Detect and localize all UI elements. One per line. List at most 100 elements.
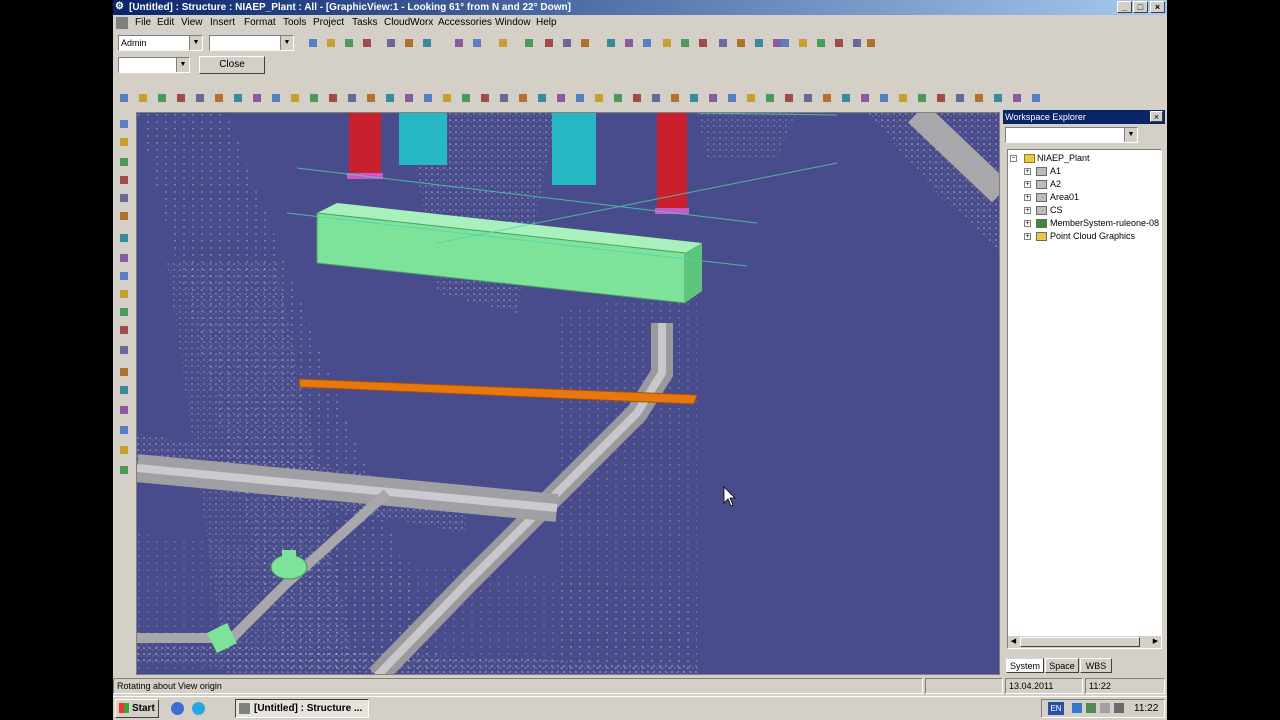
toolbar-tool-icon[interactable]: [762, 90, 777, 105]
expand-icon[interactable]: +: [1024, 194, 1031, 201]
toolbar-tool-icon[interactable]: [116, 250, 131, 265]
permission-group-combo[interactable]: Admin ▼: [118, 35, 203, 51]
toolbar-tool-icon[interactable]: [192, 90, 207, 105]
monitor-icon[interactable]: [1114, 703, 1124, 713]
toolbar-tool-icon[interactable]: [451, 35, 466, 50]
tray-app-icon[interactable]: [1086, 703, 1096, 713]
toolbar-tool-icon[interactable]: [116, 364, 131, 379]
desktop-icon[interactable]: [171, 702, 184, 715]
toolbar-tool-icon[interactable]: [439, 90, 454, 105]
toolbar-tool-icon[interactable]: [715, 35, 730, 50]
toolbar-tool-icon[interactable]: [249, 90, 264, 105]
language-indicator[interactable]: EN: [1048, 702, 1064, 715]
toolbar-tool-icon[interactable]: [781, 90, 796, 105]
workspace-filter-combo[interactable]: ▼: [1005, 127, 1138, 143]
menu-project[interactable]: Project: [313, 15, 344, 31]
expand-icon[interactable]: +: [1024, 220, 1031, 227]
toolbar-tool-icon[interactable]: [469, 35, 484, 50]
expand-icon[interactable]: +: [1024, 207, 1031, 214]
menu-tools[interactable]: Tools: [283, 15, 306, 31]
toolbar-tool-icon[interactable]: [849, 35, 864, 50]
menu-edit[interactable]: Edit: [157, 15, 174, 31]
toolbar-tool-icon[interactable]: [819, 90, 834, 105]
toolbar-tool-icon[interactable]: [401, 35, 416, 50]
toolbar-tool-icon[interactable]: [541, 35, 556, 50]
expand-icon[interactable]: +: [1024, 233, 1031, 240]
toolbar-tool-icon[interactable]: [323, 35, 338, 50]
toolbar-tool-icon[interactable]: [116, 90, 131, 105]
toolbar-tool-icon[interactable]: [419, 35, 434, 50]
toolbar-tool-icon[interactable]: [211, 90, 226, 105]
toolbar-tool-icon[interactable]: [135, 90, 150, 105]
toolbar-tool-icon[interactable]: [116, 172, 131, 187]
toolbar-tool-icon[interactable]: [116, 116, 131, 131]
app-icon[interactable]: ⚙: [115, 1, 127, 13]
network-icon[interactable]: [1072, 703, 1082, 713]
close-button[interactable]: Close: [199, 56, 265, 74]
toolbar-tool-icon[interactable]: [603, 35, 618, 50]
toolbar-tool-icon[interactable]: [831, 35, 846, 50]
toolbar-tool-icon[interactable]: [1009, 90, 1024, 105]
toolbar-tool-icon[interactable]: [173, 90, 188, 105]
toolbar-tool-icon[interactable]: [639, 35, 654, 50]
browser-icon[interactable]: [192, 702, 205, 715]
toolbar-tool-icon[interactable]: [116, 208, 131, 223]
toolbar-tool-icon[interactable]: [382, 90, 397, 105]
toolbar-tool-icon[interactable]: [695, 35, 710, 50]
model-view-canvas[interactable]: [137, 113, 1000, 675]
expand-icon[interactable]: +: [1024, 181, 1031, 188]
toolbar-tool-icon[interactable]: [857, 90, 872, 105]
start-button[interactable]: Start: [115, 699, 159, 718]
toolbar-tool-icon[interactable]: [990, 90, 1005, 105]
toolbar-tool-icon[interactable]: [306, 90, 321, 105]
toolbar-tool-icon[interactable]: [677, 35, 692, 50]
toolbar-tool-icon[interactable]: [268, 90, 283, 105]
close-panel-button[interactable]: ×: [1150, 111, 1163, 122]
toolbar-tool-icon[interactable]: [838, 90, 853, 105]
menu-accessories[interactable]: Accessories: [438, 15, 492, 31]
toolbar-tool-icon[interactable]: [116, 268, 131, 283]
menu-insert[interactable]: Insert: [210, 15, 235, 31]
menu-help[interactable]: Help: [536, 15, 557, 31]
toolbar-tool-icon[interactable]: [914, 90, 929, 105]
toolbar-tool-icon[interactable]: [933, 90, 948, 105]
toolbar-tool-icon[interactable]: [287, 90, 302, 105]
secondary-combo[interactable]: ▼: [118, 57, 190, 73]
toolbar-tool-icon[interactable]: [305, 35, 320, 50]
toolbar-tool-icon[interactable]: [116, 154, 131, 169]
toolbar-tool-icon[interactable]: [116, 190, 131, 205]
tab-space[interactable]: Space: [1045, 658, 1079, 673]
toolbar-tool-icon[interactable]: [800, 90, 815, 105]
toolbar-tool-icon[interactable]: [553, 90, 568, 105]
toolbar-tool-icon[interactable]: [496, 90, 511, 105]
toolbar-tool-icon[interactable]: [705, 90, 720, 105]
toolbar-tool-icon[interactable]: [724, 90, 739, 105]
chevron-down-icon[interactable]: ▼: [1124, 128, 1137, 142]
toolbar-tool-icon[interactable]: [477, 90, 492, 105]
scroll-left-icon[interactable]: ◀: [1008, 636, 1019, 648]
menu-tasks[interactable]: Tasks: [352, 15, 378, 31]
toolbar-tool-icon[interactable]: [534, 90, 549, 105]
toolbar-tool-icon[interactable]: [116, 304, 131, 319]
toolbar-tool-icon[interactable]: [383, 35, 398, 50]
toolbar-tool-icon[interactable]: [458, 90, 473, 105]
scroll-thumb[interactable]: [1020, 637, 1140, 647]
toolbar-tool-icon[interactable]: [495, 35, 510, 50]
toolbar-tool-icon[interactable]: [971, 90, 986, 105]
document-icon[interactable]: [116, 17, 128, 29]
toolbar-tool-icon[interactable]: [116, 402, 131, 417]
toolbar-tool-icon[interactable]: [751, 35, 766, 50]
toolbar-tool-icon[interactable]: [1028, 90, 1043, 105]
toolbar-tool-icon[interactable]: [659, 35, 674, 50]
toolbar-tool-icon[interactable]: [952, 90, 967, 105]
toolbar-tool-icon[interactable]: [325, 90, 340, 105]
chevron-down-icon[interactable]: ▼: [189, 36, 202, 50]
maximize-button[interactable]: □: [1133, 1, 1148, 13]
workspace-tree[interactable]: − NIAEP_Plant + A1 + A2 + Area01 + CS + MemberSys…: [1007, 149, 1162, 649]
collapse-icon[interactable]: −: [1010, 155, 1017, 162]
menu-file[interactable]: File: [135, 15, 151, 31]
menu-window[interactable]: Window: [495, 15, 531, 31]
toolbar-tool-icon[interactable]: [621, 35, 636, 50]
toolbar-tool-icon[interactable]: [116, 230, 131, 245]
toolbar-tool-icon[interactable]: [230, 90, 245, 105]
